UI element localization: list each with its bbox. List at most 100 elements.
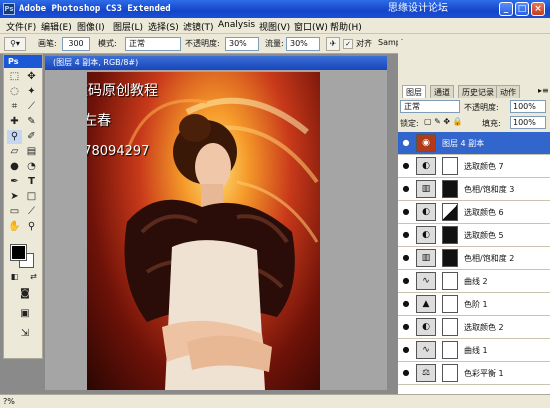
menu-analysis[interactable]: Analysis [218, 20, 255, 30]
maximize-button[interactable]: □ [515, 2, 529, 16]
visibility-eye-icon[interactable]: ● [400, 159, 412, 173]
status-bar: ?% [0, 394, 550, 408]
brush-tool-icon[interactable]: ✎ [24, 115, 39, 129]
gradient-tool-icon[interactable]: ▤ [24, 145, 39, 159]
adjustment-thumbnail-icon: ◐ [416, 157, 436, 175]
menu-filter[interactable]: 滤镜(T) [183, 20, 214, 33]
menu-layer[interactable]: 图层(L) [113, 20, 143, 33]
visibility-eye-icon[interactable]: ● [400, 251, 412, 265]
menu-view[interactable]: 视图(V) [259, 20, 290, 33]
visibility-eye-icon[interactable]: ● [400, 136, 412, 150]
blend-mode-select[interactable]: 正常 [400, 100, 460, 113]
layer-row[interactable]: ● ▥ 色相/饱和度 2 [398, 247, 550, 270]
brush-size-picker[interactable]: 300 [62, 37, 90, 51]
lock-label: 锁定: [400, 119, 419, 128]
slice-tool-icon[interactable]: ⟋ [24, 100, 39, 114]
layer-row[interactable]: ● ◉ 图层 4 副本 [398, 132, 550, 155]
curves-thumbnail-icon: ∿ [416, 341, 436, 359]
menu-help[interactable]: 帮助(H) [330, 20, 362, 33]
eraser-tool-icon[interactable]: ▱ [7, 145, 22, 159]
layer-row[interactable]: ● ◐ 选取颜色 2 [398, 316, 550, 339]
swap-colors-icon[interactable]: ⇄ [26, 270, 41, 284]
mode-select[interactable]: 正常 [125, 37, 181, 51]
shape-tool-icon[interactable]: □ [24, 190, 39, 204]
quick-mask-icon[interactable]: ◙ [16, 287, 34, 301]
panel-menu-icon[interactable]: ▸≡ [538, 86, 549, 95]
layer-row[interactable]: ● ◐ 选取颜色 7 [398, 155, 550, 178]
blur-tool-icon[interactable]: ● [7, 160, 22, 174]
airbrush-icon[interactable]: ✈ [326, 37, 340, 51]
document-photo[interactable]: 小左数码原创教程 作者: 左春 QQ: 578094297 [87, 72, 320, 390]
fill-label: 填充: [482, 119, 501, 128]
menu-select[interactable]: 选择(S) [148, 20, 179, 33]
layer-mask-thumbnail [442, 249, 458, 267]
visibility-eye-icon[interactable]: ● [400, 366, 412, 380]
path-selection-tool-icon[interactable]: ➤ [7, 190, 22, 204]
jump-to-imageready-icon[interactable]: ⇲ [16, 327, 34, 341]
stamp-tool-preset-icon[interactable]: ⚲▾ [4, 37, 26, 51]
hand-tool-icon[interactable]: ✋ [7, 220, 22, 234]
eyedropper-tool-icon[interactable]: ⟋ [24, 205, 39, 219]
visibility-eye-icon[interactable]: ● [400, 297, 412, 311]
foreground-color-swatch[interactable] [10, 244, 27, 261]
layer-row[interactable]: ● ∿ 曲线 1 [398, 339, 550, 362]
layer-name: 选取颜色 2 [464, 323, 504, 332]
tab-channels[interactable]: 通道 [430, 85, 454, 98]
history-brush-tool-icon[interactable]: ✐ [24, 130, 39, 144]
menu-edit[interactable]: 编辑(E) [41, 20, 72, 33]
adjustment-thumbnail-icon: ▥ [416, 180, 436, 198]
dodge-tool-icon[interactable]: ◔ [24, 160, 39, 174]
flow-input[interactable]: 30% [286, 37, 320, 51]
layers-panel-dock: 图层 通道 历史记录 动作 ▸≡ 正常 不透明度: 100% 锁定: ▢ ✎ ✥… [398, 40, 550, 408]
layer-row[interactable]: ● ◐ 选取颜色 5 [398, 224, 550, 247]
layer-row[interactable]: ● ◐ 选取颜色 6 [398, 201, 550, 224]
fill-input[interactable]: 100% [510, 116, 546, 129]
pen-tool-icon[interactable]: ✒ [7, 175, 22, 189]
overlay-author-text: 作者: 左春 [87, 113, 112, 129]
toolbox-header: Ps [4, 55, 42, 68]
lock-icons[interactable]: ▢ ✎ ✥ 🔒 [424, 117, 463, 126]
move-tool-icon[interactable]: ✥ [24, 70, 39, 84]
visibility-eye-icon[interactable]: ● [400, 182, 412, 196]
visibility-eye-icon[interactable]: ● [400, 274, 412, 288]
clone-stamp-tool-icon[interactable]: ⚲ [7, 130, 22, 144]
layer-name: 色相/饱和度 3 [464, 185, 515, 194]
close-button[interactable]: × [531, 2, 545, 16]
layer-opacity-input[interactable]: 100% [510, 100, 546, 113]
marquee-tool-icon[interactable]: ⬚ [7, 70, 22, 84]
visibility-eye-icon[interactable]: ● [400, 228, 412, 242]
layer-row[interactable]: ● ⚖ 色彩平衡 1 [398, 362, 550, 385]
menu-image[interactable]: 图像(I) [77, 20, 105, 33]
zoom-tool-icon[interactable]: ⚲ [24, 220, 39, 234]
minimize-button[interactable]: _ [499, 2, 513, 16]
layer-row[interactable]: ● ▲ 色阶 1 [398, 293, 550, 316]
layer-row[interactable]: ● ▥ 色相/饱和度 3 [398, 178, 550, 201]
visibility-eye-icon[interactable]: ● [400, 343, 412, 357]
layer-row[interactable]: ● ∿ 曲线 2 [398, 270, 550, 293]
visibility-eye-icon[interactable]: ● [400, 320, 412, 334]
document-title-bar: (图层 4 副本, RGB/8#) [45, 56, 387, 70]
layer-name: 色彩平衡 1 [464, 369, 504, 378]
tab-actions[interactable]: 动作 [496, 85, 520, 98]
tab-history[interactable]: 历史记录 [458, 85, 498, 98]
layer-mask-thumbnail [442, 272, 458, 290]
layer-name: 曲线 2 [464, 277, 488, 286]
healing-brush-tool-icon[interactable]: ✚ [7, 115, 22, 129]
zoom-level[interactable]: ?% [3, 397, 15, 406]
lasso-tool-icon[interactable]: ◌ [7, 85, 22, 99]
crop-tool-icon[interactable]: ⌗ [7, 100, 22, 114]
magic-wand-tool-icon[interactable]: ✦ [24, 85, 39, 99]
default-colors-icon[interactable]: ◧ [7, 270, 22, 284]
opacity-input[interactable]: 30% [225, 37, 259, 51]
photoshop-logo-icon: Ps [3, 3, 15, 15]
notes-tool-icon[interactable]: ▭ [7, 205, 22, 219]
align-checkbox[interactable]: ✓ [343, 39, 353, 49]
menu-window[interactable]: 窗口(W) [294, 20, 328, 33]
screen-mode-icon[interactable]: ▣ [16, 307, 34, 321]
type-tool-icon[interactable]: T [24, 175, 39, 189]
window-title: Adobe Photoshop CS3 Extended [19, 4, 171, 14]
visibility-eye-icon[interactable]: ● [400, 205, 412, 219]
menu-file[interactable]: 文件(F) [6, 20, 36, 33]
tab-layers[interactable]: 图层 [402, 85, 426, 98]
layers-list: ● ◉ 图层 4 副本 ● ◐ 选取颜色 7 ● ▥ 色相/饱和度 3 ● ◐ … [398, 132, 550, 396]
